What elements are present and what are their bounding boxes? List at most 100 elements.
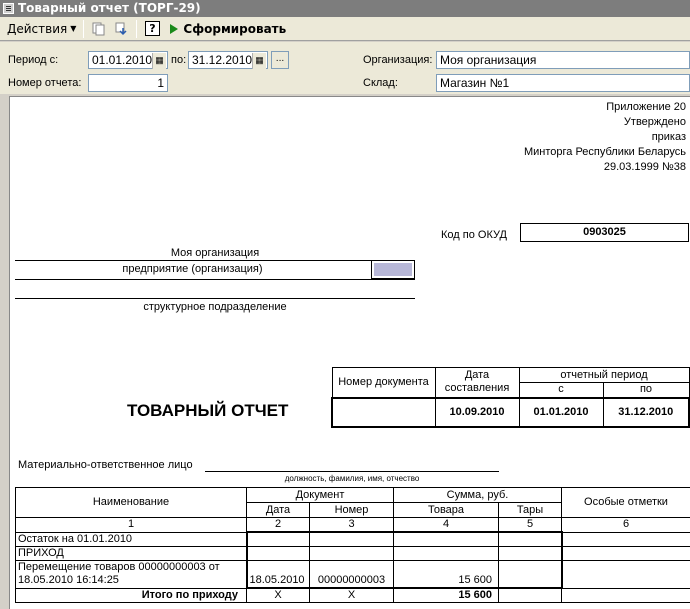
move-row-number: 00000000003 (309, 559, 394, 589)
responsible-underline (205, 471, 499, 472)
window-title-bar: Товарный отчет (ТОРГ-29) (0, 0, 690, 17)
empty-cell (561, 559, 690, 589)
play-icon (170, 23, 179, 34)
help-icon: ? (144, 21, 160, 36)
period-from-label: Период с: (8, 54, 59, 66)
total-row-label: Итого по приходу (15, 587, 247, 603)
calendar-icon[interactable]: ▦ (152, 53, 166, 69)
move-row-sum: 15 600 (393, 559, 499, 589)
move-down-icon[interactable] (113, 21, 129, 37)
col-num: 5 (498, 517, 562, 533)
move-row-name: Перемещение товаров 00000000003 от 18.05… (15, 559, 247, 589)
appendix-line: 29.03.1999 №38 (603, 161, 686, 173)
division-caption: структурное подразделение (143, 301, 287, 313)
document-icon (3, 3, 14, 14)
empty-cell (561, 531, 690, 547)
report-number-field[interactable]: 1 (88, 74, 168, 92)
col-notes-header: Особые отметки (561, 487, 690, 518)
doc-date-cell: 10.09.2010 (434, 396, 520, 428)
col-num: 6 (561, 517, 690, 533)
appendix-line: Приложение 20 (606, 101, 686, 113)
help-button[interactable]: ? (144, 21, 160, 37)
actions-label: Действия (7, 21, 68, 36)
period-from-value: 01.01.2010 (92, 53, 153, 67)
period-from-field[interactable]: 01.01.2010 ▦ (88, 51, 168, 69)
col-number-header: Номер (309, 502, 394, 518)
col-num: 4 (393, 517, 499, 533)
period-to-cell: 31.12.2010 (602, 396, 690, 428)
income-row-label: ПРИХОД (15, 545, 247, 561)
toolbar-separator (136, 19, 138, 38)
empty-cell (498, 531, 563, 547)
org-code-underline (15, 279, 415, 280)
empty-cell (245, 545, 310, 561)
calendar-icon[interactable]: ▦ (252, 53, 266, 69)
appendix-line: приказ (651, 131, 686, 143)
warehouse-field[interactable]: Магазин №1 (436, 74, 690, 92)
responsible-caption: должность, фамилия, имя, отчество (284, 474, 420, 483)
move-row-date: 18.05.2010 (245, 559, 310, 589)
toolbar-separator (83, 19, 85, 38)
table-row: ПРИХОД (15, 545, 690, 561)
col-date-header: Дата (246, 502, 310, 518)
table-row: Перемещение товаров 00000000003 от 18.05… (15, 559, 690, 589)
report-number-label: Номер отчета: (8, 77, 82, 89)
table-row: Итого по приходу X X 15 600 (15, 587, 690, 603)
generate-button[interactable]: Сформировать (167, 19, 289, 39)
header-to: по (602, 382, 690, 398)
org-name: Моя организация (170, 247, 260, 259)
total-row-sum: 15 600 (393, 587, 499, 603)
toolbar: Действия ▼ ? Сформировать (0, 17, 690, 41)
responsible-label: Материально-ответственное лицо (18, 459, 193, 471)
parameters-form: Период с: 01.01.2010 ▦ по: 31.12.2010 ▦ … (0, 42, 690, 94)
empty-cell (309, 545, 394, 561)
okud-value: 0903025 (520, 223, 689, 242)
balance-row-label: Остаток на 01.01.2010 (15, 531, 247, 547)
empty-cell (561, 587, 690, 603)
table-row: Остаток на 01.01.2010 (15, 531, 690, 547)
period-to-field[interactable]: 31.12.2010 ▦ (188, 51, 268, 69)
organization-label: Организация: (363, 54, 433, 66)
empty-cell (245, 531, 310, 547)
period-select-button[interactable]: ... (271, 51, 289, 69)
col-num: 1 (15, 517, 247, 533)
org-underline (15, 260, 415, 261)
empty-cell (498, 559, 563, 589)
organization-field[interactable]: Моя организация (436, 51, 690, 69)
header-doc-number: Номер документа (331, 367, 436, 398)
col-num: 2 (246, 517, 310, 533)
report-title: ТОВАРНЫЙ ОТЧЕТ (127, 401, 289, 420)
report-header-table: Номер документа Дата составления отчетны… (331, 367, 690, 428)
period-to-label: по: (171, 54, 187, 66)
empty-cell (393, 545, 499, 561)
warehouse-label: Склад: (363, 77, 398, 89)
report-sheet[interactable]: Приложение 20 Утверждено приказ Минторга… (9, 96, 690, 609)
empty-cell (561, 545, 690, 561)
goods-table: Наименование Документ Сумма, руб. Особые… (15, 487, 690, 603)
copy-icon[interactable] (91, 21, 107, 37)
col-num: 3 (309, 517, 394, 533)
appendix-line: Минторга Республики Беларусь (523, 146, 686, 158)
header-from: с (518, 382, 604, 398)
org-code-cell[interactable] (374, 263, 412, 276)
empty-cell (498, 587, 562, 603)
empty-cell (498, 545, 563, 561)
col-goods-header: Товара (393, 502, 499, 518)
empty-cell (393, 531, 499, 547)
total-row-x2: X (309, 587, 394, 603)
org-code-box (371, 260, 415, 279)
generate-label: Сформировать (183, 21, 287, 36)
period-to-value: 31.12.2010 (192, 53, 253, 67)
empty-cell (309, 531, 394, 547)
window-title: Товарный отчет (ТОРГ-29) (18, 1, 201, 15)
okud-label: Код по ОКУД (441, 229, 507, 241)
col-tare-header: Тары (498, 502, 562, 518)
column-numbers-row: 1 2 3 4 5 6 (15, 517, 690, 533)
col-sum-header: Сумма, руб. (393, 487, 562, 503)
header-period: отчетный период (518, 367, 690, 383)
col-document-header: Документ (246, 487, 394, 503)
header-date: Дата составления (434, 367, 520, 398)
col-name-header: Наименование (15, 487, 247, 518)
actions-menu-button[interactable]: Действия ▼ (4, 19, 79, 39)
chevron-down-icon: ▼ (70, 24, 77, 33)
